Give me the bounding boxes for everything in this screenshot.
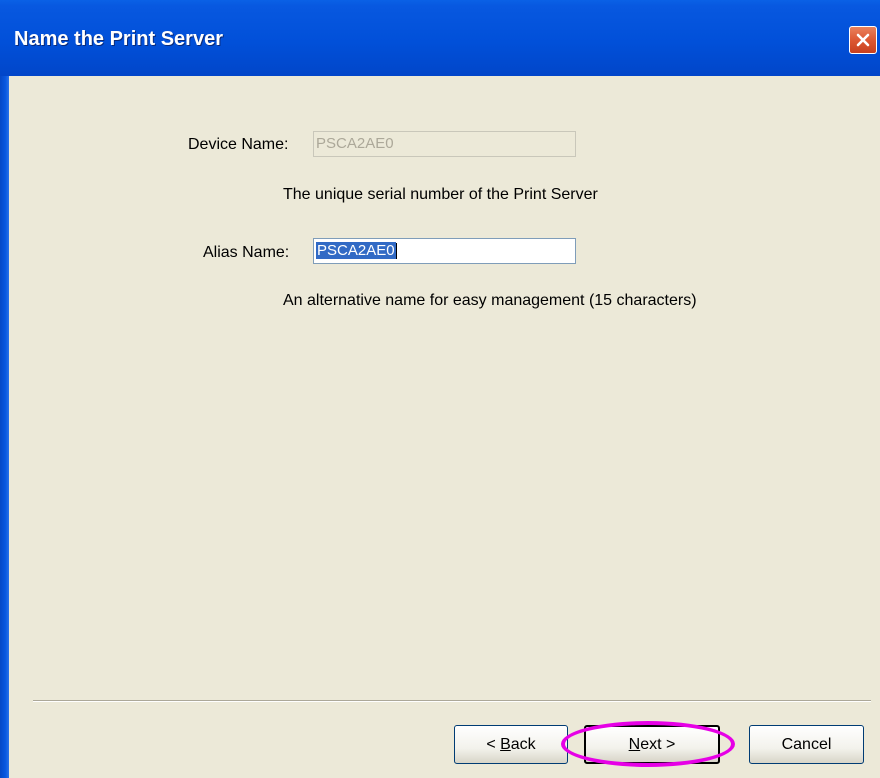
next-button[interactable]: Next > [584, 725, 720, 764]
alias-name-field[interactable]: PSCA2AE0 [313, 238, 576, 264]
text-caret [395, 243, 397, 260]
back-button-prefix: < [486, 735, 501, 753]
alias-name-selected-text: PSCA2AE0 [316, 242, 396, 259]
alias-name-label: Alias Name: [203, 244, 290, 261]
window-left-border [0, 76, 9, 778]
close-icon [856, 33, 870, 47]
back-button-label: ack [510, 735, 536, 753]
cancel-button-label: Cancel [781, 735, 832, 753]
button-separator [33, 700, 871, 702]
alias-name-hint: An alternative name for easy management … [283, 292, 697, 309]
cancel-button[interactable]: Cancel [749, 725, 864, 764]
next-button-label: ext > [640, 735, 676, 753]
back-button[interactable]: < Back [454, 725, 568, 764]
device-name-label: Device Name: [188, 136, 289, 153]
next-button-accelerator: N [628, 735, 641, 753]
dialog-window: Name the Print Server Device Name: PSCA2… [0, 0, 880, 778]
device-name-hint: The unique serial number of the Print Se… [283, 186, 598, 203]
back-button-accelerator: B [500, 735, 511, 753]
title-bar[interactable]: Name the Print Server [0, 0, 880, 76]
close-button[interactable] [849, 26, 877, 54]
device-name-field: PSCA2AE0 [313, 131, 576, 157]
window-title: Name the Print Server [14, 28, 223, 50]
device-name-value: PSCA2AE0 [316, 135, 394, 152]
